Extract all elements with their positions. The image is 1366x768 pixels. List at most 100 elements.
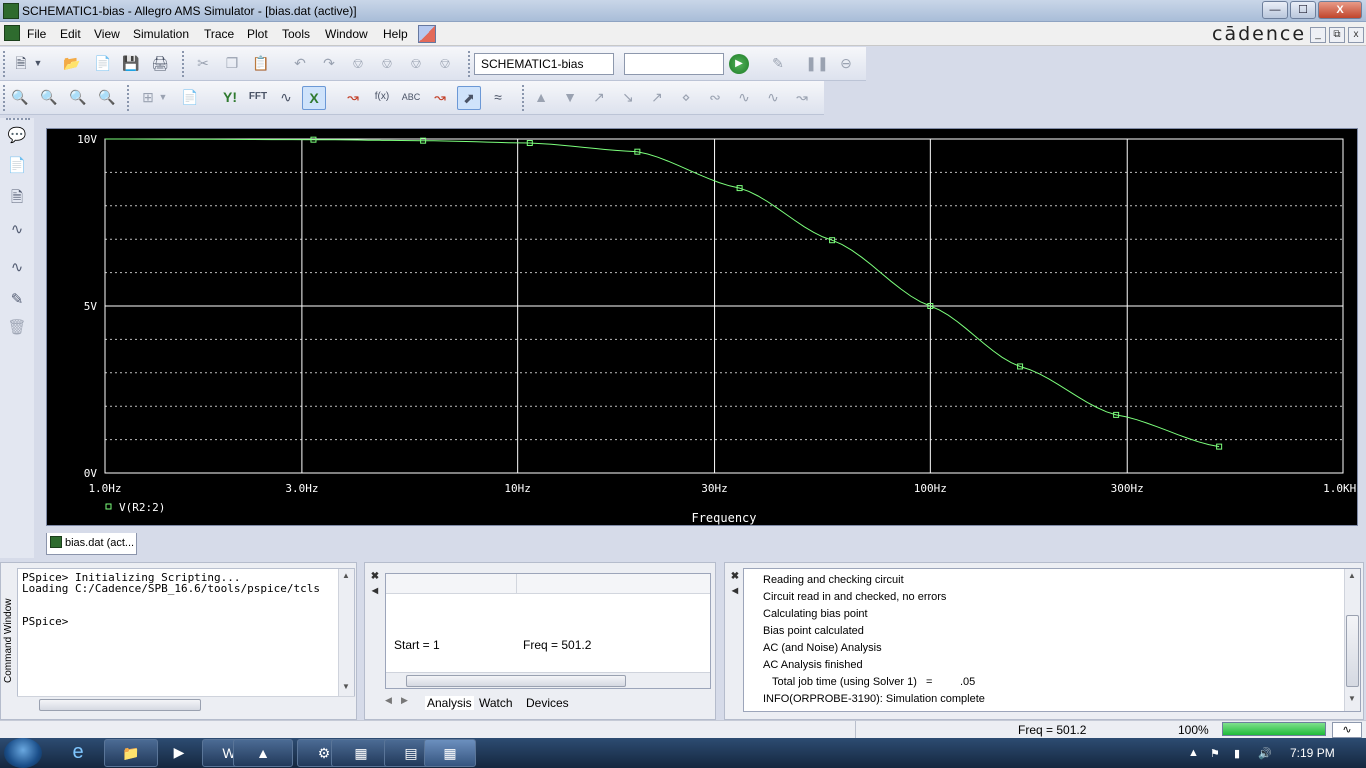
notes-icon[interactable]: 📄 <box>5 154 29 178</box>
toolbar-grip[interactable] <box>3 85 6 111</box>
tab-scroll-right-icon[interactable]: ▶ <box>401 695 408 706</box>
toolbar-grip[interactable] <box>182 51 185 77</box>
paste-icon[interactable]: 📋 <box>249 52 273 76</box>
volume-icon[interactable]: 🔊 <box>1258 747 1272 760</box>
command-vertical-scrollbar[interactable]: ▲ ▼ <box>338 569 354 699</box>
tab-watch[interactable]: Watch <box>479 696 513 710</box>
fft-icon[interactable]: FFT <box>246 86 270 110</box>
cursor-min-icon[interactable]: ↘ <box>616 86 640 110</box>
watch-grid[interactable]: Start = 1 Freq = 501.2 <box>385 573 711 689</box>
simulation-profile-combo[interactable]: SCHEMATIC1-bias <box>474 53 614 75</box>
command-horizontal-scrollbar[interactable] <box>17 696 355 712</box>
tab-devices[interactable]: Devices <box>526 696 569 710</box>
cursor-mark-icon[interactable]: ∿ <box>761 86 785 110</box>
cursor-slope-icon[interactable]: ↗ <box>587 86 611 110</box>
save-icon[interactable]: 💾 <box>119 52 143 76</box>
add-y-axis-icon[interactable]: Y! <box>218 86 242 110</box>
marker-current-icon[interactable]: ⎊ <box>375 52 399 76</box>
mark-label-icon[interactable]: ↝ <box>428 86 452 110</box>
pointer-icon[interactable]: ⬈ <box>457 86 481 110</box>
menu-view[interactable]: View <box>94 27 120 41</box>
ams-schematic-icon[interactable]: ▦ <box>331 739 391 767</box>
menu-file[interactable]: File <box>27 27 46 41</box>
view-netlist-icon[interactable]: 🗎 <box>5 186 29 210</box>
new-dropdown-icon[interactable]: ▼ <box>31 52 45 76</box>
comment-icon[interactable]: 💬 <box>5 124 29 148</box>
open-settings-icon[interactable]: 📄 <box>91 52 115 76</box>
marker-power-icon[interactable]: ⎊ <box>404 52 428 76</box>
scroll-thumb[interactable] <box>406 675 626 687</box>
run-target-combo[interactable] <box>624 53 724 75</box>
series-line[interactable] <box>105 138 1220 448</box>
view-simulation-icon[interactable]: ∿ <box>5 218 29 242</box>
open-folder-icon[interactable]: 📂 <box>60 52 84 76</box>
media-player-icon[interactable]: ▶ <box>160 739 198 767</box>
pause-icon[interactable]: ❚❚ <box>805 52 829 76</box>
print-icon[interactable]: 🖨 <box>148 52 172 76</box>
start-button[interactable] <box>4 738 42 768</box>
menu-simulation[interactable]: Simulation <box>133 27 189 41</box>
cursor-trough-icon[interactable]: ▼ <box>558 86 582 110</box>
log-file-icon[interactable]: 📄 <box>178 86 202 110</box>
plot-tab[interactable]: bias.dat (act... <box>46 533 137 555</box>
cursor-point-icon[interactable]: ⋄ <box>674 86 698 110</box>
scroll-up-icon[interactable]: ▲ <box>1348 571 1356 580</box>
menu-tools[interactable]: Tools <box>282 27 310 41</box>
toolbar-grip[interactable] <box>3 51 6 77</box>
command-console[interactable]: PSpice> Initializing Scripting... Loading… <box>17 568 355 700</box>
redo-icon[interactable]: ↷ <box>317 52 341 76</box>
menu-help[interactable]: Help <box>383 27 408 41</box>
zoom-in-icon[interactable]: 🔍 <box>8 86 32 110</box>
stop-icon[interactable]: ⊖ <box>834 52 858 76</box>
tab-scroll-left-icon[interactable]: ◀ <box>385 695 392 706</box>
scroll-down-icon[interactable]: ▼ <box>1348 694 1356 703</box>
marker-diff-icon[interactable]: ⎊ <box>433 52 457 76</box>
document-icon[interactable] <box>4 25 20 41</box>
matlab-icon[interactable]: ▲ <box>233 739 293 767</box>
zoom-out-icon[interactable]: 🔍 <box>37 86 61 110</box>
scroll-thumb[interactable] <box>39 699 201 711</box>
mdi-minimize-button[interactable]: _ <box>1310 27 1326 43</box>
toolbar-grip[interactable] <box>127 85 130 111</box>
maximize-button[interactable]: ☐ <box>1290 1 1316 19</box>
axis-dropdown-icon[interactable]: ▼ <box>157 86 169 110</box>
zoom-area-icon[interactable]: 🔍 <box>66 86 90 110</box>
excel-export-icon[interactable]: X <box>302 86 326 110</box>
watch-horizontal-scrollbar[interactable] <box>386 672 710 688</box>
toolbar-grip[interactable] <box>6 118 30 121</box>
cursor-search-icon[interactable]: ∾ <box>703 86 727 110</box>
output-vertical-scrollbar[interactable]: ▲ ▼ <box>1344 569 1360 711</box>
output-close-icon[interactable]: ✖ <box>729 571 741 583</box>
cursor-peak-icon[interactable]: ▲ <box>529 86 553 110</box>
tray-expand-icon[interactable]: ▲ <box>1188 747 1199 759</box>
explorer-icon[interactable]: 📁 <box>104 739 158 767</box>
tile-windows-icon[interactable] <box>418 25 436 43</box>
cursor-max-icon[interactable]: ↗ <box>645 86 669 110</box>
close-button[interactable]: X <box>1318 1 1362 19</box>
watch-close-icon[interactable]: ✖ <box>369 571 381 583</box>
output-pin-icon[interactable]: ◀ <box>729 585 741 597</box>
output-log[interactable]: Reading and checking circuit Circuit read… <box>743 568 1361 712</box>
menu-window[interactable]: Window <box>325 27 368 41</box>
scroll-up-icon[interactable]: ▲ <box>342 571 350 580</box>
ie-icon[interactable]: e <box>57 739 99 767</box>
watch-pin-icon[interactable]: ◀ <box>369 585 381 597</box>
menu-edit[interactable]: Edit <box>60 27 81 41</box>
cursor-export-icon[interactable]: ↝ <box>790 86 814 110</box>
legend-label[interactable]: V(R2:2) <box>119 501 165 514</box>
mdi-restore-button[interactable]: ⧉ <box>1329 27 1345 43</box>
toolbar-grip[interactable] <box>468 51 471 77</box>
pspice-task-icon[interactable]: ▦ <box>424 739 476 767</box>
cut-icon[interactable]: ✂ <box>191 52 215 76</box>
zoom-fit-icon[interactable]: 🔍 <box>95 86 119 110</box>
menu-plot[interactable]: Plot <box>247 27 268 41</box>
eval-goal-function-icon[interactable]: f(x) <box>370 86 394 110</box>
scroll-down-icon[interactable]: ▼ <box>342 682 350 691</box>
action-center-icon[interactable]: ⚑ <box>1210 747 1220 760</box>
add-trace-icon[interactable]: ↝ <box>341 86 365 110</box>
tab-analysis[interactable]: Analysis <box>425 696 474 710</box>
text-label-icon[interactable]: ABC <box>399 86 423 110</box>
undo-icon[interactable]: ↶ <box>288 52 312 76</box>
scroll-thumb[interactable] <box>1346 615 1359 687</box>
minimize-button[interactable]: — <box>1262 1 1288 19</box>
